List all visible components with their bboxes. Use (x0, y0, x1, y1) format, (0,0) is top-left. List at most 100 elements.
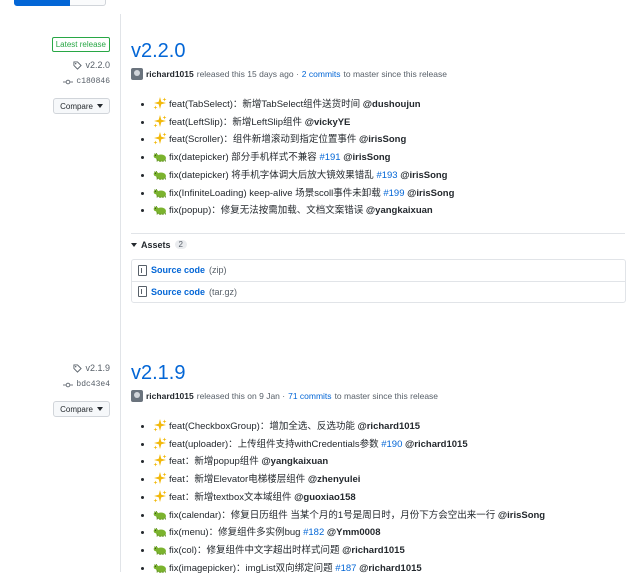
release-note-item: fix(popup)：修复无法按需加载、文档文案错误 @yangkaixuan (153, 202, 626, 220)
compare-button[interactable]: Compare (53, 401, 110, 417)
released-text: released this on 9 Jan · (196, 391, 286, 401)
release-meta: richard1015 released this 15 days ago · … (131, 68, 626, 80)
compare-button[interactable]: Compare (53, 98, 110, 114)
release-note-item: fix(InfiniteLoading) keep-alive 场景scoll事… (153, 185, 626, 203)
user-mention[interactable]: @irisSong (359, 134, 406, 145)
sparkles-icon (153, 419, 167, 432)
sparkles-icon (153, 489, 167, 503)
commits-link[interactable]: 2 commits (302, 69, 341, 79)
note-text: fix(popup)：修复无法按需加载、文档文案错误 (169, 205, 366, 217)
avatar[interactable] (131, 390, 143, 402)
note-text: fix(InfiniteLoading) keep-alive 场景scoll事… (169, 187, 384, 199)
user-mention[interactable]: @irisSong (407, 188, 454, 199)
note-text: feat(uploader)：上传组件支持withCredentials参数 (169, 438, 382, 450)
issue-link[interactable]: #190 (381, 439, 402, 450)
commit-sha: bdc43e4 (76, 380, 110, 389)
avatar[interactable] (131, 68, 143, 80)
release-note-item: fix(menu)：修复组件多实例bug #182 @Ymm0008 (153, 524, 626, 542)
commit-icon (63, 79, 74, 84)
asset-source-targz[interactable]: Source code (tar.gz) (132, 280, 625, 302)
sparkles-icon (153, 472, 167, 485)
user-mention[interactable]: @dushoujun (363, 99, 421, 110)
user-mention[interactable]: @yangkaixuan (366, 205, 433, 216)
assets-list: Source code (zip) Source code (tar.gz) (131, 258, 626, 303)
release-note-item: feat(CheckboxGroup)：增加全选、反选功能 @richard10… (153, 418, 626, 436)
release-tag[interactable]: v2.2.0 (73, 60, 110, 70)
release-note-item: fix(datepicker) 部分手机样式不兼容 #191 @irisSong (153, 149, 626, 167)
compare-label: Compare (60, 404, 93, 414)
released-text: released this 15 days ago · (196, 69, 299, 79)
release-note-item: feat(LeftSlip)：新增LeftSlip组件 @vickyYE (153, 114, 626, 132)
release-tag[interactable]: v2.1.9 (73, 363, 110, 373)
release-notes: feat(TabSelect)：新增TabSelect组件送货时间 @dusho… (131, 96, 626, 220)
release-meta: richard1015 released this on 9 Jan · 71 … (131, 390, 626, 402)
note-text: feat(Scroller)：组件新增滚动到指定位置事件 (169, 134, 360, 146)
release-title[interactable]: v2.1.9 (131, 362, 626, 384)
release-note-item: fix(calendar)：修复日历组件 当某个月的1号是周日时，月份下方会空出… (153, 507, 626, 525)
bug-icon (153, 545, 166, 555)
bug-icon (153, 153, 166, 163)
commit-sha: c180846 (76, 77, 110, 86)
issue-link[interactable]: #182 (303, 527, 324, 538)
user-mention[interactable]: @richard1015 (405, 439, 468, 450)
commits-link[interactable]: 71 commits (288, 391, 331, 401)
note-text: feat(TabSelect)：新增TabSelect组件送货时间 (169, 99, 363, 110)
note-text: fix(menu)：修复组件多实例bug (169, 527, 304, 539)
user-mention[interactable]: @irisSong (400, 170, 447, 181)
user-mention[interactable]: @richard1015 (357, 421, 420, 432)
bug-icon (153, 206, 166, 216)
user-mention[interactable]: @yangkaixuan (261, 456, 328, 467)
tag-label: v2.1.9 (85, 363, 110, 373)
author-link[interactable]: richard1015 (146, 391, 194, 401)
asset-source-zip[interactable]: Source code (zip) (132, 260, 625, 281)
issue-link[interactable]: #199 (383, 188, 404, 199)
bug-icon (153, 528, 166, 538)
note-text: fix(datepicker) 部分手机样式不兼容 (169, 152, 320, 164)
asset-name: Source code (151, 286, 206, 297)
issue-link[interactable]: #193 (376, 170, 397, 181)
release-note-item: feat：新增textbox文本域组件 @guoxiao158 (153, 489, 626, 507)
release-note-item: fix(imagepicker)：imgList双向绑定问题 #187 @ric… (153, 560, 626, 577)
sparkles-icon (153, 132, 167, 145)
assets-label: Assets (141, 239, 171, 250)
release-notes: feat(CheckboxGroup)：增加全选、反选功能 @richard10… (131, 418, 626, 577)
sparkles-icon (153, 436, 167, 450)
asset-name: Source code (151, 265, 206, 276)
tag-label: v2.2.0 (85, 60, 110, 70)
user-mention[interactable]: @irisSong (343, 152, 390, 163)
release-body: v2.1.9 richard1015 released this on 9 Ja… (131, 362, 626, 577)
sparkles-icon (153, 97, 167, 110)
release-commit[interactable]: c180846 (63, 77, 110, 86)
release-title[interactable]: v2.2.0 (131, 40, 626, 62)
user-mention[interactable]: @irisSong (498, 510, 545, 521)
note-text: feat(LeftSlip)：新增LeftSlip组件 (169, 116, 305, 128)
note-text: fix(calendar)：修复日历组件 当某个月的1号是周日时，月份下方会空出… (169, 509, 498, 521)
user-mention[interactable]: @vickyYE (305, 117, 351, 128)
asset-ext: (tar.gz) (209, 286, 238, 297)
release-note-item: feat：新增popup组件 @yangkaixuan (153, 453, 626, 471)
sparkles-icon (153, 454, 167, 467)
since-text: to master since this release (343, 69, 447, 79)
assets-separator (131, 233, 625, 234)
chevron-down-icon (97, 104, 103, 108)
release-note-item: fix(col)：修复组件中文字超出时样式问题 @richard1015 (153, 542, 626, 560)
author-link[interactable]: richard1015 (146, 69, 194, 79)
user-mention[interactable]: @zhenyulei (308, 474, 361, 485)
release-body: v2.2.0 richard1015 released this 15 days… (131, 40, 626, 303)
file-zip-icon (138, 264, 147, 276)
assets-toggle[interactable]: Assets 2 (131, 240, 626, 250)
release-commit[interactable]: bdc43e4 (63, 380, 110, 389)
primary-button[interactable] (14, 0, 70, 6)
secondary-button[interactable] (70, 0, 106, 6)
user-mention[interactable]: @guoxiao158 (294, 492, 356, 503)
release-note-item: feat：新增Elevator电梯楼层组件 @zhenyulei (153, 471, 626, 489)
issue-link[interactable]: #191 (319, 152, 340, 163)
bug-icon (153, 510, 166, 520)
note-text: feat(CheckboxGroup)：增加全选、反选功能 (169, 421, 358, 432)
user-mention[interactable]: @Ymm0008 (327, 527, 381, 538)
user-mention[interactable]: @richard1015 (342, 545, 405, 556)
note-text: feat：新增Elevator电梯楼层组件 (169, 474, 308, 486)
note-text: fix(col)：修复组件中文字超出时样式问题 (169, 544, 343, 556)
tag-icon (73, 60, 83, 70)
latest-release-badge: Latest release (51, 37, 110, 52)
